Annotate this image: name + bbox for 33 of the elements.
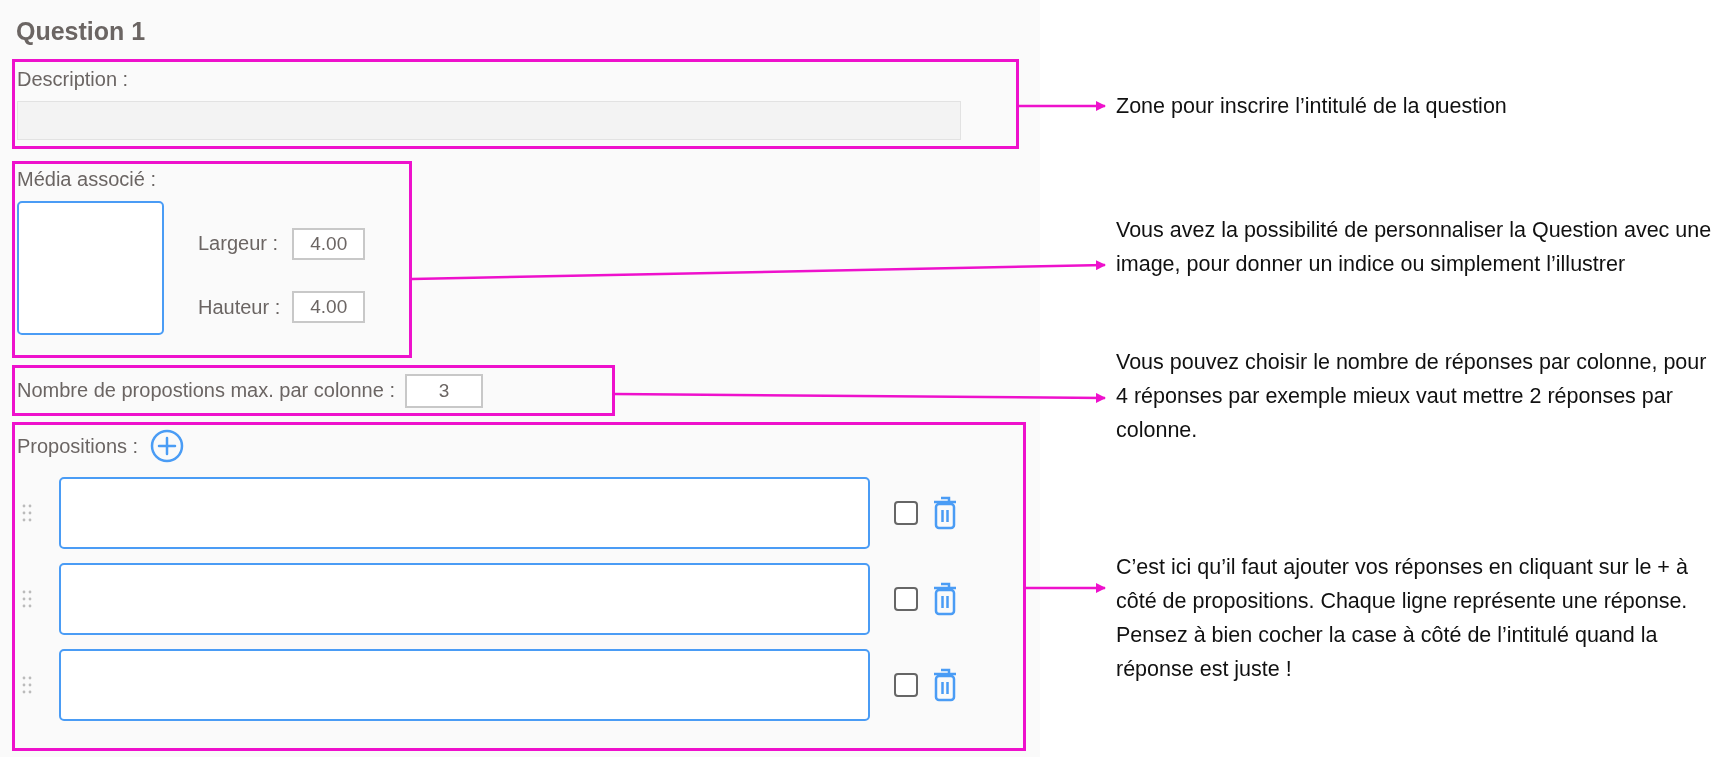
plus-circle-icon: [150, 429, 185, 463]
trash-icon: [932, 581, 958, 617]
answer-field[interactable]: [59, 477, 870, 549]
image-dropzone[interactable]: [17, 201, 164, 335]
question-title: Question 1: [16, 16, 146, 47]
delete-button[interactable]: [932, 495, 958, 531]
description-label: Description :: [17, 68, 130, 91]
trash-icon: [932, 667, 958, 703]
delete-button[interactable]: [932, 667, 958, 703]
annotation-text: C’est ici qu’il faut ajouter vos réponses en cliquant sur le + à côté de propositions. Chaque ligne représente une réponse. Pensez à bien cocher la case à côté de l’intitulé quand la réponse est juste !: [1116, 554, 1689, 683]
drag-handle-icon[interactable]: [21, 504, 33, 522]
add-button[interactable]: [150, 429, 185, 463]
delete-button[interactable]: [932, 581, 958, 617]
annotation-text: Vous avez la possibilité de personnaliser la Question avec une image, pour donner un indice ou simplement l’illustrer: [1116, 217, 1712, 278]
correct-checkbox[interactable]: [894, 673, 918, 697]
annotation-text: Vous pouvez choisir le nombre de réponses par colonne, pour 4 réponses par exemple mieux vaut mettre 2 réponses par colonne.: [1116, 349, 1708, 444]
propositions-label: Propositions :: [17, 434, 139, 458]
max-per-column-label: Nombre de propostions max. par colonne :: [17, 379, 395, 402]
trash-icon: [932, 495, 958, 531]
drag-handle-icon[interactable]: [21, 590, 33, 608]
answer-field[interactable]: [59, 563, 870, 635]
drag-handle-icon[interactable]: [21, 676, 33, 694]
width-label: Largeur :: [198, 232, 280, 256]
height-field[interactable]: 4.00: [292, 291, 366, 324]
correct-checkbox[interactable]: [894, 587, 918, 611]
height-label: Hauteur :: [198, 295, 281, 319]
correct-checkbox[interactable]: [894, 501, 918, 525]
annotation-text: Zone pour inscrire l’intitulé de la question: [1116, 93, 1508, 120]
width-field[interactable]: 4.00: [292, 227, 366, 260]
media-label: Média associé :: [17, 168, 157, 191]
answer-field[interactable]: [59, 649, 870, 721]
max-per-column-field[interactable]: 3: [405, 373, 483, 408]
description-field[interactable]: [17, 101, 961, 140]
